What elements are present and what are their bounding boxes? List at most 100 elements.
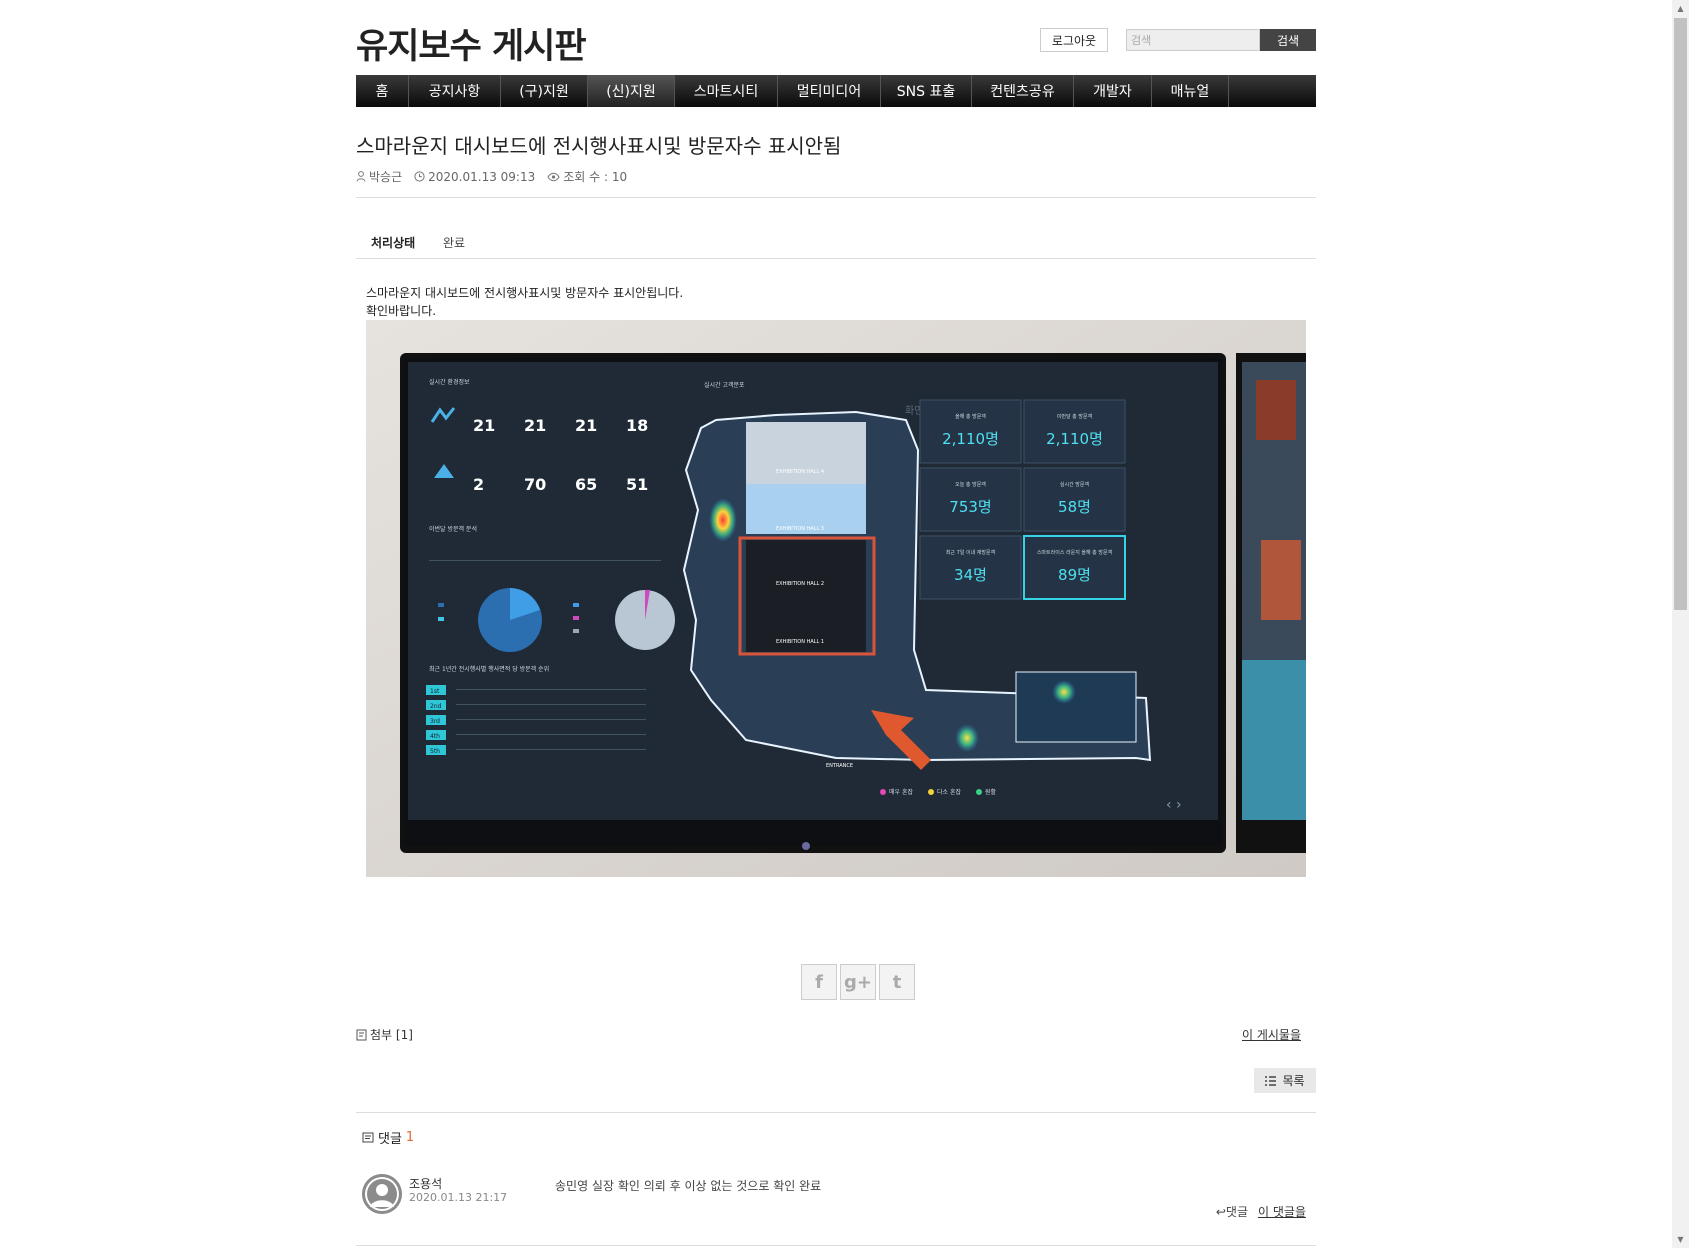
post-body: 스마라운지 대시보드에 전시행사표시및 방문자수 표시안됩니다. 확인바랍니다. xyxy=(366,284,683,320)
this-post-menu[interactable]: 이 게시물을 xyxy=(1242,1026,1301,1043)
header-actions: 로그아웃 검색 검색 xyxy=(1040,28,1316,52)
site-title[interactable]: 유지보수 게시판 xyxy=(356,18,587,69)
dash-rank-row xyxy=(456,689,646,690)
dash-kpi-value: 753명 xyxy=(949,498,991,516)
dash-env-value: 21 xyxy=(473,416,495,435)
page-scrollbar[interactable]: ▲ ▼ xyxy=(1672,0,1689,1248)
share-buttons: f g+ t xyxy=(801,964,915,1000)
attachment-label: 첨부 [1] xyxy=(370,1028,413,1042)
dash-rank-row xyxy=(456,719,646,720)
divider xyxy=(356,197,1316,198)
dash-env-value: 2 xyxy=(473,475,484,494)
dashboard-photo-svg: 실시간 환경정보 실시간 고객분포 화면터치가 가능합니다 21212118 2… xyxy=(366,320,1306,877)
svg-text:이번달 방문객 분석: 이번달 방문객 분석 xyxy=(429,525,477,533)
status-value: 완료 xyxy=(443,236,466,250)
list-button-label: 목록 xyxy=(1282,1074,1305,1088)
svg-text:‹ ›: ‹ › xyxy=(1166,797,1182,813)
dash-rank-row xyxy=(456,704,646,705)
dash-rank-label: 3rd xyxy=(430,718,440,725)
search-input[interactable]: 검색 xyxy=(1126,29,1260,51)
author-meta[interactable]: 박승근 xyxy=(356,168,402,185)
scroll-down-icon[interactable]: ▼ xyxy=(1672,1231,1689,1248)
comment-reply-button[interactable]: ↩댓글 xyxy=(1216,1203,1248,1220)
nav-item-home[interactable]: 홈 xyxy=(356,75,409,107)
comments-header: 댓글 1 xyxy=(362,1128,414,1147)
scroll-thumb[interactable] xyxy=(1674,18,1687,610)
dash-hall-2: EXHIBITION HALL 2 xyxy=(776,581,824,587)
dash-env-value: 51 xyxy=(626,475,648,494)
reply-label: 댓글 xyxy=(1225,1205,1248,1219)
nav-item-content-share[interactable]: 컨텐츠공유 xyxy=(972,75,1074,107)
twitter-icon[interactable]: t xyxy=(879,964,915,1000)
google-plus-icon[interactable]: g+ xyxy=(840,964,876,1000)
dash-hall-4: EXHIBITION HALL 4 xyxy=(776,469,824,475)
dash-kpi-value: 89명 xyxy=(1058,566,1091,584)
dash-legend-3: 원활 xyxy=(985,788,997,796)
dash-kpi-label: 최근 7일 이내 재방문객 xyxy=(946,549,996,556)
nav-item-old-support[interactable]: (구)지원 xyxy=(501,75,588,107)
dash-env-value: 21 xyxy=(575,416,597,435)
list-icon xyxy=(1265,1075,1277,1086)
dash-hall-3: EXHIBITION HALL 3 xyxy=(776,526,824,532)
dash-rank-row xyxy=(456,749,646,750)
comment-icon xyxy=(362,1132,374,1142)
dash-map-title: 실시간 고객분포 xyxy=(704,381,745,389)
dash-kpi-value: 58명 xyxy=(1058,498,1091,516)
post-body-line: 스마라운지 대시보드에 전시행사표시및 방문자수 표시안됩니다. xyxy=(366,286,684,300)
main-nav: 홈 공지사항 (구)지원 (신)지원 스마트시티 멀티미디어 SNS 표출 컨텐… xyxy=(356,75,1316,107)
dash-kpi-label: 스마트라이스 라운지 올해 총 방문객 xyxy=(1037,549,1113,556)
dash-env-value: 65 xyxy=(575,475,597,494)
post-meta: 박승근 2020.01.13 09:13 조회 수 : 10 xyxy=(356,168,627,185)
attachment-toggle[interactable]: 첨부 [1] xyxy=(356,1026,413,1043)
facebook-icon[interactable]: f xyxy=(801,964,837,1000)
dash-rank-label: 4th xyxy=(430,733,440,740)
date-meta: 2020.01.13 09:13 xyxy=(414,170,535,184)
list-button[interactable]: 목록 xyxy=(1254,1068,1316,1093)
dash-hall-1: EXHIBITION HALL 1 xyxy=(776,639,824,645)
dash-kpi-label: 올해 총 방문객 xyxy=(955,413,986,420)
dash-legend-2: 다소 혼잡 xyxy=(937,788,961,796)
dash-env-title: 실시간 환경정보 xyxy=(429,378,470,386)
logout-button[interactable]: 로그아웃 xyxy=(1040,28,1108,52)
nav-item-multimedia[interactable]: 멀티미디어 xyxy=(778,75,881,107)
views-meta: 조회 수 : 10 xyxy=(547,168,627,185)
comments-count: 1 xyxy=(405,1130,415,1145)
nav-item-smart-city[interactable]: 스마트시티 xyxy=(675,75,778,107)
post-datetime: 2020.01.13 09:13 xyxy=(428,169,536,184)
scroll-up-icon[interactable]: ▲ xyxy=(1672,0,1689,17)
status-row: 처리상태 완료 xyxy=(356,232,1316,259)
divider xyxy=(356,1112,1316,1113)
dash-rank-label: 2nd xyxy=(430,703,442,710)
attached-photo[interactable]: 실시간 환경정보 실시간 고객분포 화면터치가 가능합니다 21212118 2… xyxy=(366,320,1306,877)
nav-item-notice[interactable]: 공지사항 xyxy=(409,75,501,107)
dash-env-value: 18 xyxy=(626,416,648,435)
dash-kpi-value: 34명 xyxy=(954,566,987,584)
post-author: 박승근 xyxy=(369,170,403,184)
eye-icon xyxy=(547,172,560,181)
this-comment-menu[interactable]: 이 댓글을 xyxy=(1258,1203,1306,1220)
dash-entrance: ENTRANCE xyxy=(826,763,853,769)
dash-legend-1: 매우 혼잡 xyxy=(889,788,913,796)
status-label: 처리상태 xyxy=(371,236,416,250)
nav-item-sns[interactable]: SNS 표출 xyxy=(881,75,972,107)
nav-item-manual[interactable]: 매뉴얼 xyxy=(1152,75,1229,107)
search-button[interactable]: 검색 xyxy=(1260,29,1316,51)
dash-env-value: 21 xyxy=(524,416,546,435)
dash-kpi-value: 2,110명 xyxy=(942,430,999,448)
dash-env-value: 70 xyxy=(524,475,546,494)
dash-rank-label: 1st xyxy=(430,688,440,695)
comments-label: 댓글 xyxy=(378,1132,402,1147)
dash-kpi-label: 이번달 총 방문객 xyxy=(1057,413,1093,420)
comment-author[interactable]: 조용석 xyxy=(409,1175,442,1192)
nav-item-developer[interactable]: 개발자 xyxy=(1074,75,1152,107)
avatar xyxy=(362,1174,402,1214)
dash-rank-row xyxy=(456,734,646,735)
nav-item-new-support[interactable]: (신)지원 xyxy=(588,75,675,107)
dash-rank-label: 5th xyxy=(430,748,440,755)
paperclip-icon xyxy=(356,1029,367,1040)
comment-datetime: 2020.01.13 21:17 xyxy=(409,1191,508,1204)
dash-kpi-label: 오늘 총 방문객 xyxy=(955,481,986,488)
dash-table-title: 최근 1년간 전시행사별 행사면적 당 방문객 순위 xyxy=(429,665,549,673)
dash-kpi-value: 2,110명 xyxy=(1046,430,1103,448)
dash-kpi-label: 실시간 방문객 xyxy=(1060,481,1090,488)
